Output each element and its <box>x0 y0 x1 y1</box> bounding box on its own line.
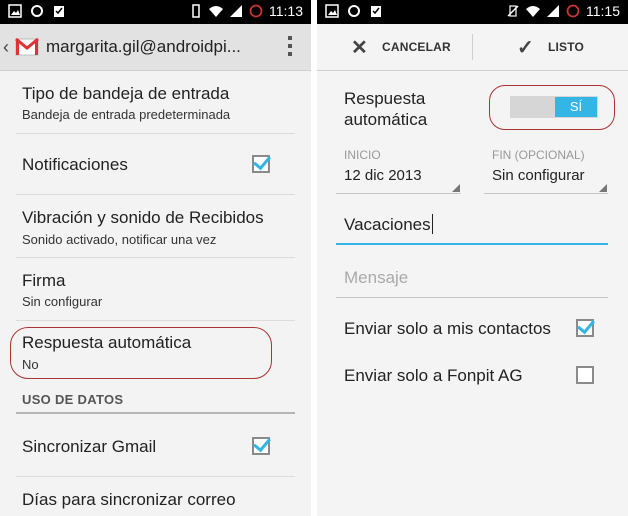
subject-underline <box>336 243 608 245</box>
setting-title: Días para sincronizar correo <box>22 490 236 509</box>
setting-title: Notificaciones <box>22 155 128 174</box>
setting-notifications[interactable]: Notificaciones <box>0 134 311 194</box>
domain-only-row[interactable]: Enviar solo a Fonpit AG <box>317 355 628 395</box>
spinner-arrow-icon <box>452 184 460 192</box>
auto-reply-highlight <box>10 327 272 379</box>
end-date-underline <box>484 193 608 194</box>
contacts-only-checkbox[interactable] <box>576 319 594 337</box>
gallery-icon <box>325 4 339 18</box>
toggle-highlight <box>489 85 615 130</box>
setting-title: Firma <box>22 271 66 290</box>
end-date-label: FIN (OPCIONAL) <box>492 148 585 162</box>
setting-subtitle: Bandeja de entrada predeterminada <box>22 107 231 122</box>
spinner-arrow-icon <box>599 184 607 192</box>
subject-input[interactable]: Vacaciones <box>344 215 431 235</box>
setting-title: Sincronizar Gmail <box>22 437 157 456</box>
gmail-logo-icon[interactable] <box>15 35 39 59</box>
notifications-checkbox[interactable] <box>252 155 270 173</box>
contacts-only-label: Enviar solo a mis contactos <box>344 319 551 338</box>
start-date-value[interactable]: 12 dic 2013 <box>344 167 422 184</box>
checkmark-icon: ✓ <box>517 36 534 59</box>
sync-gmail-checkbox[interactable] <box>252 437 270 455</box>
start-date-label: INICIO <box>344 148 381 162</box>
task-icon <box>371 6 381 17</box>
auto-reply-screen: 11:15 ✕ CANCELAR ✓ LISTO Respuesta autom… <box>317 0 628 516</box>
action-bar: ‹ margarita.gil@androidpi... <box>0 24 311 71</box>
auto-reply-label-line1: Respuesta <box>344 89 426 108</box>
domain-only-checkbox[interactable] <box>576 366 594 384</box>
divider <box>472 34 473 60</box>
status-time: 11:13 <box>269 3 303 19</box>
signal-icon <box>547 5 559 17</box>
start-date-underline <box>336 193 461 194</box>
wifi-icon <box>209 6 223 17</box>
cancel-button[interactable]: ✕ CANCELAR <box>351 24 451 70</box>
cancel-label: CANCELAR <box>381 40 451 54</box>
domain-only-label: Enviar solo a Fonpit AG <box>344 366 523 385</box>
gmail-settings-screen: 11:13 ‹ margarita.gil@androidpi... Tipo … <box>0 0 311 516</box>
setting-vibration-sound[interactable]: Vibración y sonido de Recibidos Sonido a… <box>0 195 311 257</box>
account-title: margarita.gil@androidpi... <box>46 37 241 56</box>
vibrate-off-icon <box>507 5 519 17</box>
vibrate-icon <box>192 4 200 18</box>
text-cursor <box>432 214 433 234</box>
setting-inbox-type[interactable]: Tipo de bandeja de entrada Bandeja de en… <box>0 71 311 133</box>
setting-title: Vibración y sonido de Recibidos <box>22 208 264 227</box>
section-header: USO DE DATOS <box>22 392 124 407</box>
sync-icon <box>31 5 43 17</box>
status-time: 11:15 <box>586 3 620 19</box>
battery-icon <box>566 4 580 18</box>
message-input[interactable]: Mensaje <box>344 268 408 288</box>
signal-icon <box>230 5 242 17</box>
done-bar: ✕ CANCELAR ✓ LISTO <box>317 24 628 71</box>
setting-subtitle: Sonido activado, notificar una vez <box>22 232 217 247</box>
close-icon: ✕ <box>351 36 368 59</box>
status-bar: 11:13 <box>0 0 311 24</box>
gallery-icon <box>8 4 22 18</box>
back-chevron-icon[interactable]: ‹ <box>3 37 9 58</box>
setting-signature[interactable]: Firma Sin configurar <box>0 258 311 320</box>
setting-sync-gmail[interactable]: Sincronizar Gmail <box>0 414 311 476</box>
done-button[interactable]: ✓ LISTO <box>517 24 584 70</box>
sync-icon <box>348 5 360 17</box>
done-label: LISTO <box>547 40 585 54</box>
contacts-only-row[interactable]: Enviar solo a mis contactos <box>317 308 628 348</box>
battery-icon <box>249 4 263 18</box>
end-date-value[interactable]: Sin configurar <box>492 167 585 184</box>
setting-sync-days[interactable]: Días para sincronizar correo <box>0 477 311 516</box>
task-icon <box>54 6 64 17</box>
wifi-icon <box>526 6 540 17</box>
auto-reply-label-line2: automática <box>344 110 428 129</box>
status-bar: 11:15 <box>317 0 628 24</box>
setting-subtitle: Sin configurar <box>22 294 103 309</box>
message-underline <box>336 297 608 298</box>
setting-title: Tipo de bandeja de entrada <box>22 84 230 103</box>
overflow-menu-icon[interactable] <box>287 36 293 60</box>
